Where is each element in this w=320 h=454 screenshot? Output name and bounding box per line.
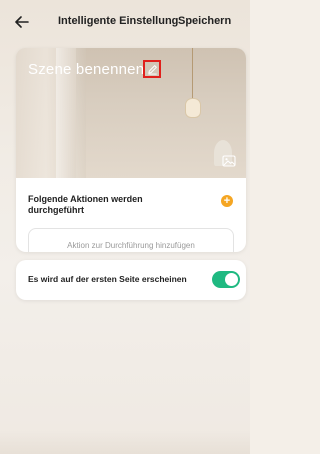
back-button[interactable]: [12, 12, 32, 32]
edit-name-button[interactable]: [143, 60, 161, 78]
scene-cover-image[interactable]: Szene benennen: [16, 48, 246, 178]
header-bar: Intelligente Einstellung Speichern: [0, 0, 250, 46]
arrow-left-icon: [15, 16, 29, 28]
add-action-button[interactable]: Aktion zur Durchführung hinzufügen: [28, 228, 234, 252]
save-button[interactable]: Speichern: [178, 15, 231, 27]
page-title: Intelligente Einstellung: [58, 15, 179, 27]
scene-editor-screen: Intelligente Einstellung Speichern Szene…: [0, 0, 250, 454]
plus-icon: +: [223, 195, 231, 207]
change-image-button[interactable]: [222, 154, 236, 168]
show-on-first-page-card: Es wird auf der ersten Seite erscheinen: [16, 260, 246, 300]
show-on-first-page-label: Es wird auf der ersten Seite erscheinen: [28, 274, 187, 284]
scene-name-label[interactable]: Szene benennen: [28, 61, 144, 78]
image-icon: [222, 155, 236, 167]
bottom-fade: [0, 430, 250, 454]
scene-card: Szene benennen Folgende Aktionen werden …: [16, 48, 246, 252]
pencil-icon: [147, 64, 157, 75]
cover-lamp: [185, 98, 201, 118]
add-action-icon-button[interactable]: +: [221, 195, 233, 207]
actions-section-title: Folgende Aktionen werden durchgeführt: [28, 194, 143, 215]
show-on-first-page-toggle[interactable]: [212, 271, 240, 288]
cover-lamp-cord: [192, 48, 193, 100]
toggle-knob: [225, 273, 238, 286]
